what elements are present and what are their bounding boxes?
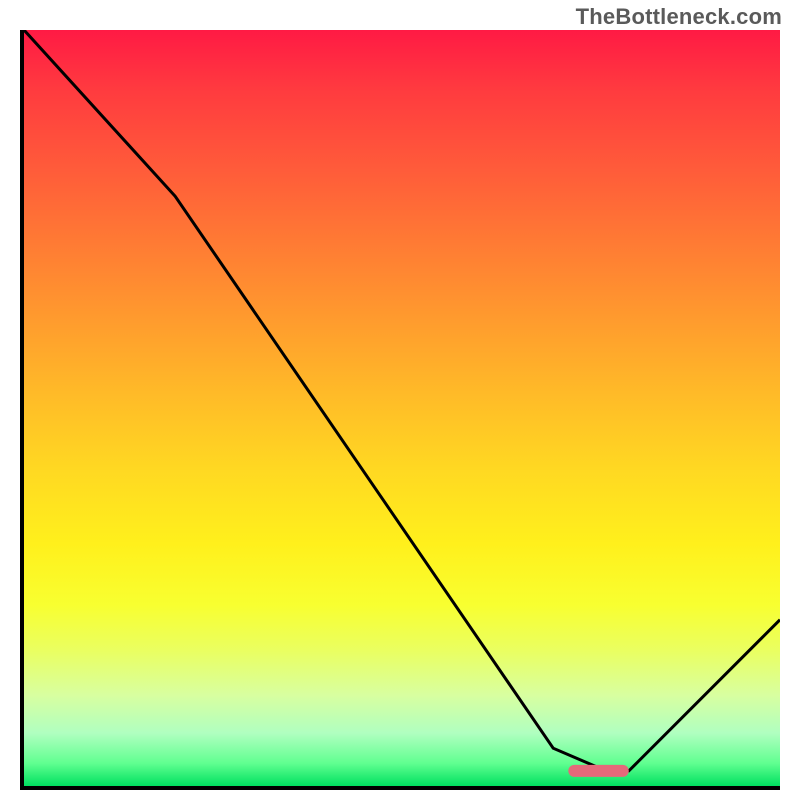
watermark-text: TheBottleneck.com xyxy=(576,4,782,30)
chart-svg xyxy=(24,30,780,786)
optimal-range-marker xyxy=(568,765,629,777)
bottleneck-curve-line xyxy=(24,30,780,771)
chart-plot-area xyxy=(20,30,780,790)
